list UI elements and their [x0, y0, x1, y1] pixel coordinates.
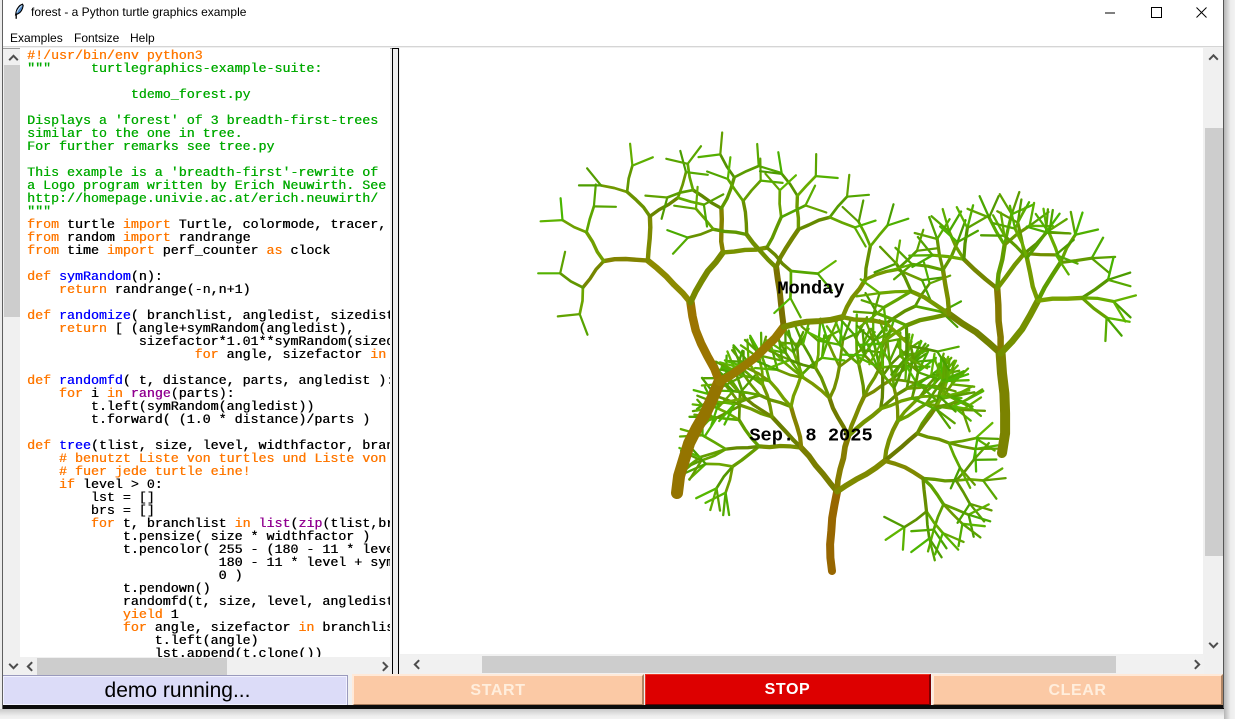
- svg-text:Monday: Monday: [777, 278, 844, 300]
- svg-text:Sep. 8 2025: Sep. 8 2025: [749, 425, 872, 447]
